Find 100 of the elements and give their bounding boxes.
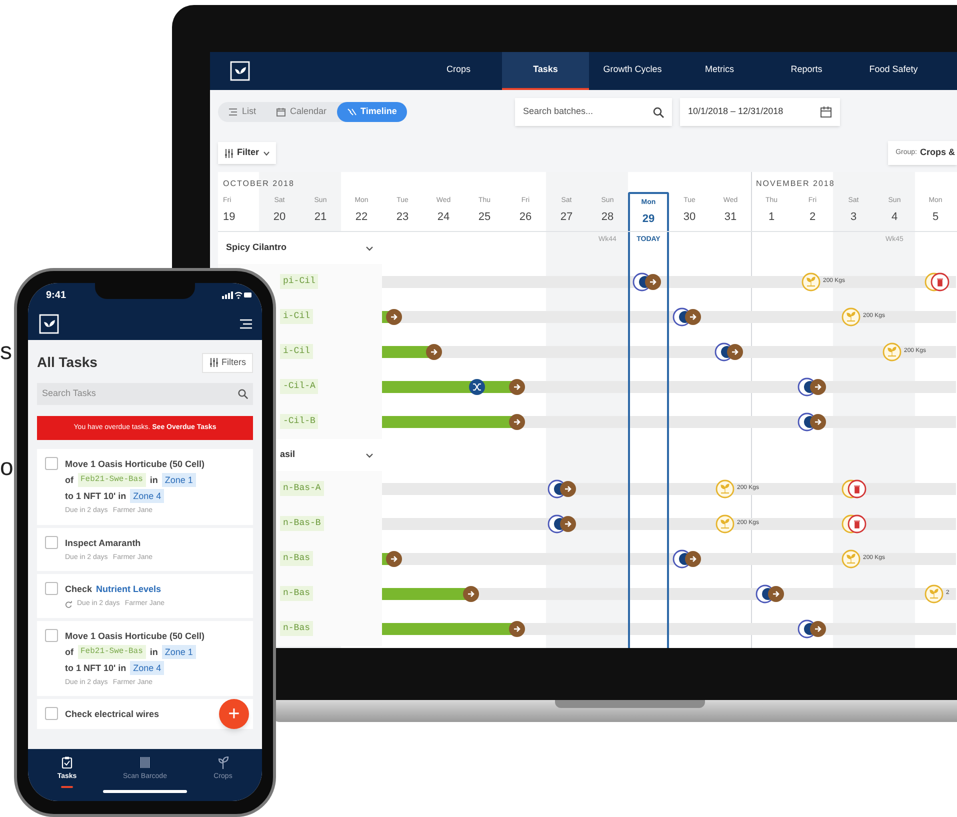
- page-title: All Tasks: [37, 353, 98, 372]
- task-checkbox[interactable]: [45, 457, 58, 470]
- search-input[interactable]: Search batches...: [523, 105, 653, 119]
- day-number: 19: [223, 210, 236, 224]
- active-tab-indicator: [61, 786, 73, 788]
- task-text: to 1 NFT 10' in: [65, 490, 126, 503]
- day-number: 5: [932, 210, 939, 224]
- day-number: 20: [273, 210, 286, 224]
- overlapping-circles-icon[interactable]: [672, 548, 702, 568]
- partial-text: s: [0, 340, 12, 364]
- search-icon: [238, 389, 248, 399]
- clipboard-icon: [61, 756, 73, 769]
- task-checkbox[interactable]: [45, 536, 58, 548]
- sliders-icon: [208, 358, 218, 367]
- shuffle-icon[interactable]: [468, 378, 486, 396]
- overlapping-circles-icon[interactable]: [797, 412, 827, 432]
- day-number: 3: [850, 210, 857, 224]
- arrow-circle-icon[interactable]: [385, 308, 403, 326]
- logo-icon: [230, 61, 250, 81]
- overlapping-circles-icon[interactable]: [755, 584, 785, 604]
- arrow-circle-icon[interactable]: [508, 378, 526, 396]
- task-card[interactable]: + Check electrical wires: [37, 699, 253, 729]
- task-link[interactable]: Nutrient Levels: [96, 582, 162, 596]
- batch-tag: -Cil-A: [280, 378, 318, 394]
- month-label: NOVEMBER 2018: [756, 178, 835, 190]
- task-checkbox[interactable]: [45, 707, 58, 720]
- zone-tag: Zone 4: [130, 660, 164, 674]
- day-number: 26: [519, 210, 532, 224]
- partial-text: o: [0, 456, 14, 480]
- batch-tag: Feb21-Swe-Bas: [78, 473, 146, 487]
- overlapping-circles-icon[interactable]: [714, 342, 744, 362]
- day-number: 21: [314, 210, 327, 224]
- trash-circle-icon[interactable]: [841, 514, 867, 534]
- chevron-down-icon[interactable]: [365, 450, 374, 460]
- day-number: 31: [724, 210, 737, 224]
- nav-tab[interactable]: Metrics: [676, 52, 763, 90]
- task-text: Inspect Amaranth: [65, 536, 141, 550]
- day-number: 2: [809, 210, 816, 224]
- arrow-circle-icon[interactable]: [508, 620, 526, 638]
- nav-tab[interactable]: Crops: [415, 52, 502, 90]
- calendar-icon: [820, 106, 832, 118]
- arrow-circle-icon[interactable]: [462, 584, 480, 602]
- nav-tab[interactable]: Reports: [763, 52, 850, 90]
- task-text: Move 1 Oasis Horticube (50 Cell): [65, 458, 205, 471]
- overlapping-circles-icon[interactable]: [797, 376, 827, 396]
- sprout-icon: [217, 756, 229, 769]
- task-text: Check: [65, 583, 92, 596]
- arrow-circle-icon[interactable]: [425, 342, 443, 360]
- view-tab[interactable]: List: [218, 102, 266, 122]
- zone-tag: Zone 4: [130, 489, 164, 503]
- batch-tag: pi-Cil: [280, 274, 318, 290]
- timeline-icon: [346, 107, 357, 117]
- crop-group-name: asil: [280, 448, 296, 462]
- overlapping-circles-icon[interactable]: [547, 514, 577, 534]
- filter-button[interactable]: Filter: [218, 142, 276, 164]
- status-icons: [222, 291, 252, 299]
- barcode-icon: [139, 756, 151, 769]
- zone-tag: Zone 1: [162, 473, 196, 487]
- day-number: 30: [683, 210, 696, 224]
- view-tab[interactable]: Calendar: [266, 102, 337, 122]
- arrow-circle-icon[interactable]: [508, 412, 526, 430]
- overlapping-circles-icon[interactable]: [547, 478, 577, 498]
- trash-circle-icon[interactable]: [924, 272, 950, 292]
- date-range-value: 10/1/2018 – 12/31/2018: [688, 105, 784, 118]
- filters-button[interactable]: Filters: [202, 352, 253, 372]
- task-text: to 1 NFT 10' in: [65, 662, 126, 674]
- nav-tab[interactable]: Tasks: [502, 52, 589, 90]
- batch-tag: n-Bas-A: [280, 480, 324, 496]
- menu-icon[interactable]: [240, 318, 252, 328]
- status-time: 9:41: [46, 288, 66, 302]
- task-checkbox[interactable]: [45, 582, 58, 595]
- date-range-field[interactable]: 10/1/2018 – 12/31/2018: [680, 98, 840, 126]
- zone-tag: Zone 1: [162, 644, 196, 658]
- nav-tab[interactable]: Food Safety: [850, 52, 937, 90]
- batch-tag: Feb21-Swe-Bas: [78, 644, 146, 658]
- logo-icon: [38, 312, 60, 334]
- batch-tag: n-Bas: [280, 586, 314, 602]
- calendar-icon: [276, 107, 286, 117]
- batch-tag: -Cil-B: [280, 414, 318, 430]
- nav-tab[interactable]: Growth Cycles: [589, 52, 676, 90]
- day-number: 28: [601, 210, 614, 224]
- search-field[interactable]: Search batches...: [515, 98, 672, 126]
- batch-tag: n-Bas: [280, 620, 314, 636]
- group-by-value: Crops &: [920, 146, 955, 160]
- overlapping-circles-icon[interactable]: [632, 272, 662, 292]
- add-button[interactable]: +: [219, 699, 249, 729]
- day-number: 23: [396, 210, 409, 224]
- month-label: OCTOBER 2018: [223, 178, 294, 190]
- task-checkbox[interactable]: [45, 628, 58, 642]
- overlapping-circles-icon[interactable]: [672, 306, 702, 326]
- chevron-down-icon: [263, 150, 270, 156]
- batch-tag: n-Bas-B: [280, 516, 324, 532]
- search-input[interactable]: Search Tasks: [42, 387, 238, 401]
- overlapping-circles-icon[interactable]: [797, 618, 827, 638]
- search-field[interactable]: Search Tasks: [37, 383, 253, 405]
- day-number: 29: [642, 212, 655, 226]
- trash-circle-icon[interactable]: [841, 478, 867, 498]
- chevron-down-icon[interactable]: [365, 244, 374, 252]
- arrow-circle-icon[interactable]: [385, 550, 403, 568]
- task-text: of: [65, 474, 74, 487]
